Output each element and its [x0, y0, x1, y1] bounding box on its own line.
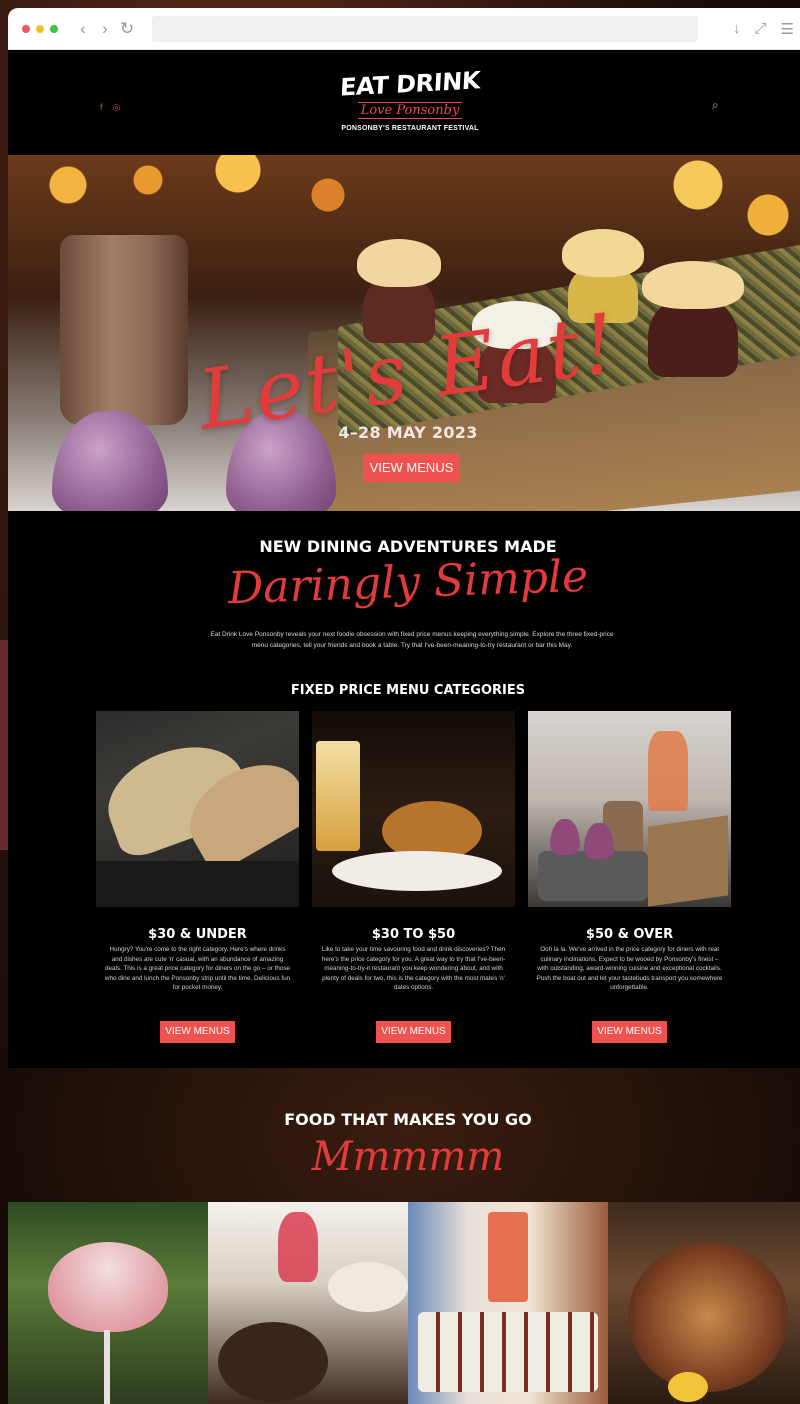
food-section: FOOD THAT MAKES YOU GO Mmmmm — [8, 1068, 800, 1404]
category-card: $30 TO $50 Like to take your time savour… — [312, 711, 515, 1043]
facebook-icon[interactable]: f — [100, 102, 103, 113]
site-logo[interactable]: EAT DRINK Love Ponsonby PONSONBY'S RESTA… — [339, 66, 480, 132]
gallery-image-cocktail[interactable] — [8, 1202, 208, 1404]
search-icon[interactable]: ⌕ — [712, 98, 719, 113]
category-description: Like to take your time savouring food an… — [321, 946, 506, 991]
logo-line-2: Love Ponsonby — [358, 102, 462, 119]
forward-icon[interactable]: › — [94, 19, 116, 39]
back-icon[interactable]: ‹ — [72, 19, 94, 39]
gallery-image-sushi[interactable] — [408, 1202, 608, 1404]
site-header: f ◎ EAT DRINK Love Ponsonby PONSONBY'S R… — [8, 50, 800, 155]
food-gallery — [8, 1202, 800, 1404]
minimize-window-button[interactable] — [36, 24, 44, 33]
gallery-image-tacos[interactable] — [608, 1202, 800, 1404]
category-view-menus-button[interactable]: VIEW MENUS — [160, 1021, 235, 1043]
social-links: f ◎ — [100, 102, 120, 113]
close-window-button[interactable] — [22, 24, 30, 33]
food-title: FOOD THAT MAKES YOU GO — [284, 1110, 532, 1129]
address-bar[interactable] — [152, 15, 698, 42]
category-description: Ooh la la. We've arrived in the price ca… — [536, 946, 723, 991]
food-script-heading: Mmmmm — [311, 1134, 505, 1180]
categories-heading: FIXED PRICE MENU CATEGORIES — [290, 683, 526, 698]
menu-icon[interactable]: ☰ — [781, 20, 794, 38]
category-card: $30 & UNDER Hungry? You're come to the r… — [96, 711, 299, 1043]
category-title: $30 & UNDER — [148, 927, 247, 942]
instagram-icon[interactable]: ◎ — [113, 102, 121, 113]
category-view-menus-button[interactable]: VIEW MENUS — [376, 1021, 451, 1043]
intro-body: Eat Drink Love Ponsonby reveals your nex… — [210, 631, 614, 649]
intro-section: NEW DINING ADVENTURES MADE Daringly Simp… — [8, 511, 800, 1068]
window-controls — [22, 24, 58, 33]
category-image-dessert[interactable] — [528, 711, 731, 907]
browser-toolbar: ‹ › ↻ ↓ ⤢ ☰ — [8, 8, 800, 50]
hero-view-menus-button[interactable]: VIEW MENUS — [363, 454, 460, 482]
category-image-burger[interactable] — [312, 711, 515, 907]
logo-line-1: EAT DRINK — [339, 66, 481, 102]
reload-icon[interactable]: ↻ — [116, 19, 138, 39]
category-description: Hungry? You're come to the right categor… — [104, 946, 291, 991]
fullscreen-icon[interactable]: ⤢ — [755, 20, 767, 38]
browser-window: ‹ › ↻ ↓ ⤢ ☰ f ◎ EAT DRINK Love Ponsonby … — [8, 8, 800, 1404]
category-title: $30 TO $50 — [371, 927, 456, 942]
maximize-window-button[interactable] — [50, 24, 58, 33]
hero-dates: 4–28 MAY 2023 — [338, 423, 478, 442]
gallery-image-dining-table[interactable] — [208, 1202, 408, 1404]
category-view-menus-button[interactable]: VIEW MENUS — [592, 1021, 667, 1043]
category-image-tacos[interactable] — [96, 711, 299, 907]
category-title: $50 & OVER — [585, 927, 674, 942]
logo-tagline: PONSONBY'S RESTAURANT FESTIVAL — [341, 125, 479, 132]
hero-banner: Let's Eat! 4–28 MAY 2023 VIEW MENUS — [8, 155, 800, 511]
category-card: $50 & OVER Ooh la la. We've arrived in t… — [528, 711, 731, 1043]
download-icon[interactable]: ↓ — [733, 20, 741, 38]
